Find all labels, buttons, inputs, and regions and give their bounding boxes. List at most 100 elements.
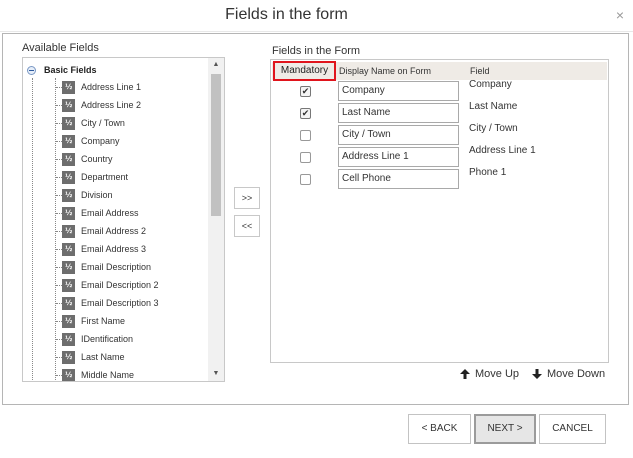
field-type-icon: ½ (62, 134, 75, 148)
mandatory-checkbox[interactable] (300, 152, 311, 163)
tree-item[interactable]: ½ Email Description 3 (56, 294, 159, 312)
tree-item-label: First Name (81, 316, 126, 326)
move-up-button[interactable]: Move Up (459, 367, 519, 381)
mandatory-checkbox[interactable] (300, 174, 311, 185)
table-row: ✔ Last Name Last Name (271, 101, 608, 123)
tree-item-label: Email Description (81, 262, 152, 272)
field-type-icon: ½ (62, 224, 75, 238)
tree-item-label: IDentification (81, 334, 134, 344)
tree-item-label: Division (81, 190, 113, 200)
close-icon[interactable]: × (613, 8, 627, 22)
table-row: ✔ Company Company (271, 79, 608, 101)
field-name: Phone 1 (469, 167, 507, 178)
display-name-input[interactable]: City / Town (338, 125, 459, 145)
field-name: Last Name (469, 101, 518, 112)
title-bar: Fields in the form × (0, 0, 633, 32)
tree-item-label: Email Address (81, 208, 139, 218)
tree-root-label: Basic Fields (44, 65, 97, 75)
tree-item[interactable]: ½ Address Line 1 (56, 78, 141, 96)
move-down-button[interactable]: Move Down (531, 367, 605, 381)
fields-in-form-label: Fields in the Form (272, 45, 361, 57)
move-down-label: Move Down (547, 368, 606, 380)
tree-item-label: Last Name (81, 352, 125, 362)
field-type-icon: ½ (62, 278, 75, 292)
table-row: Address Line 1 Address Line 1 (271, 145, 608, 167)
display-name-input[interactable]: Address Line 1 (338, 147, 459, 167)
scroll-up-icon[interactable]: ▲ (208, 58, 224, 72)
available-fields-label: Available Fields (22, 42, 99, 54)
field-type-icon: ½ (62, 368, 75, 381)
field-type-icon: ½ (62, 80, 75, 94)
field-type-icon: ½ (62, 314, 75, 328)
back-button[interactable]: < BACK (408, 414, 471, 444)
field-type-icon: ½ (62, 350, 75, 364)
table-header: Mandatory Display Name on Form Field (272, 61, 607, 81)
mandatory-checkbox[interactable] (300, 130, 311, 141)
field-name: Address Line 1 (469, 145, 536, 156)
tree-item[interactable]: ½ Middle Name (56, 366, 135, 381)
tree-item[interactable]: ½ Email Description (56, 258, 151, 276)
field-type-icon: ½ (62, 296, 75, 310)
field-type-icon: ½ (62, 188, 75, 202)
field-type-icon: ½ (62, 98, 75, 112)
tree-item-label: Email Description 2 (81, 280, 159, 290)
tree-item[interactable]: ½ Last Name (56, 348, 125, 366)
add-fields-button[interactable]: >> (234, 187, 260, 209)
available-fields-tree[interactable]: Basic Fields ½ Address Line 1 ½ Address Lin… (22, 57, 225, 382)
display-name-input[interactable]: Last Name (338, 103, 459, 123)
tree-item-label: Company (81, 136, 120, 146)
next-button[interactable]: NEXT > (474, 414, 536, 444)
mandatory-checkbox[interactable]: ✔ (300, 108, 311, 119)
field-type-icon: ½ (62, 260, 75, 274)
form-fields-table: Mandatory Display Name on Form Field ✔ Co… (270, 59, 609, 363)
tree-item[interactable]: ½ First Name (56, 312, 125, 330)
tree-root-basic-fields[interactable]: Basic Fields (27, 62, 97, 78)
tree-item[interactable]: ½ Email Description 2 (56, 276, 159, 294)
tree-item[interactable]: ½ Division (56, 186, 113, 204)
dialog-title: Fields in the form (225, 6, 348, 23)
tree-item[interactable]: ½ Email Address (56, 204, 139, 222)
arrow-down-icon (532, 369, 542, 379)
tree-item-label: Email Description 3 (81, 298, 159, 308)
tree-item[interactable]: ½ City / Town (56, 114, 125, 132)
mandatory-checkbox[interactable]: ✔ (300, 86, 311, 97)
tree-item-label: City / Town (81, 118, 125, 128)
table-row: Cell Phone Phone 1 (271, 167, 608, 189)
tree-item[interactable]: ½ Country (56, 150, 113, 168)
header-mandatory: Mandatory (273, 61, 336, 81)
field-type-icon: ½ (62, 332, 75, 346)
collapse-icon[interactable] (27, 65, 36, 75)
tree-item-label: Department (81, 172, 129, 182)
remove-fields-button[interactable]: << (234, 215, 260, 237)
move-up-label: Move Up (475, 368, 520, 380)
tree-item[interactable]: ½ IDentification (56, 330, 133, 348)
tree-scrollbar[interactable]: ▲ ▼ (208, 58, 224, 381)
tree-item[interactable]: ½ Department (56, 168, 128, 186)
tree-item-label: Address Line 2 (81, 100, 142, 110)
tree-item[interactable]: ½ Email Address 3 (56, 240, 146, 258)
field-type-icon: ½ (62, 116, 75, 130)
tree-connector (32, 78, 33, 381)
tree-item-label: Email Address 2 (81, 226, 147, 236)
tree-item[interactable]: ½ Company (56, 132, 120, 150)
display-name-input[interactable]: Company (338, 81, 459, 101)
arrow-up-icon (460, 369, 470, 379)
scroll-down-icon[interactable]: ▼ (208, 367, 224, 381)
table-row: City / Town City / Town (271, 123, 608, 145)
cancel-button[interactable]: CANCEL (539, 414, 606, 444)
display-name-input[interactable]: Cell Phone (338, 169, 459, 189)
scrollbar-thumb[interactable] (211, 74, 221, 216)
field-type-icon: ½ (62, 206, 75, 220)
field-type-icon: ½ (62, 170, 75, 184)
tree-item-label: Middle Name (81, 370, 135, 380)
tree-content: Basic Fields ½ Address Line 1 ½ Address Lin… (23, 58, 208, 381)
tree-item-label: Email Address 3 (81, 244, 147, 254)
tree-item-label: Address Line 1 (81, 82, 142, 92)
field-type-icon: ½ (62, 152, 75, 166)
tree-item[interactable]: ½ Address Line 2 (56, 96, 141, 114)
tree-item[interactable]: ½ Email Address 2 (56, 222, 146, 240)
header-field: Field (470, 66, 490, 76)
tree-item-label: Country (81, 154, 113, 164)
header-display-name: Display Name on Form (339, 66, 432, 76)
field-type-icon: ½ (62, 242, 75, 256)
